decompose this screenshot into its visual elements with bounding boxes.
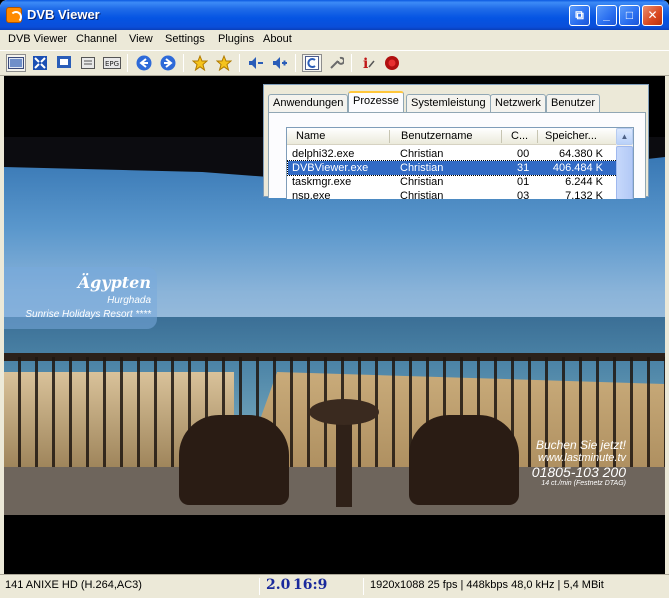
window-title: DVB Viewer xyxy=(27,7,100,22)
toolbar-separator xyxy=(183,54,184,72)
restore-down-icon[interactable]: ⧉ xyxy=(569,5,590,26)
favorite-icon[interactable] xyxy=(190,54,210,72)
tab-prozesse[interactable]: Prozesse xyxy=(348,91,404,113)
process-list-scrollbar[interactable]: ▲ xyxy=(616,128,633,199)
booking-ad-overlay: Buchen Sie jetzt! www.lastminute.tv 0180… xyxy=(532,438,626,487)
tab-netzwerk[interactable]: Netzwerk xyxy=(490,94,546,112)
app-icon[interactable] xyxy=(6,7,22,23)
menu-channel[interactable]: Channel xyxy=(76,33,117,45)
table-row[interactable]: delphi32.exe Christian 00 64.380 K xyxy=(288,147,617,161)
column-name[interactable]: Name xyxy=(296,130,325,142)
destination-city: Hurghada xyxy=(107,295,151,306)
process-list-header: Name Benutzername C... Speicher... xyxy=(287,128,618,145)
dvb-viewer-window: DVB Viewer ⧉ _ □ ✕ DVB Viewer Channel Vi… xyxy=(0,0,669,598)
svg-text:i: i xyxy=(363,56,368,71)
status-bar: 141 ANIXE HD (H.264,AC3) 2.0 16:9 1920x1… xyxy=(0,574,669,598)
table-row[interactable]: taskmgr.exe Christian 01 6.244 K xyxy=(288,175,617,189)
zoom-icon[interactable] xyxy=(30,54,50,72)
teletext-icon[interactable] xyxy=(302,54,322,72)
maximize-button[interactable]: □ xyxy=(619,5,640,26)
menu-settings[interactable]: Settings xyxy=(165,33,205,45)
ad-headline: Buchen Sie jetzt! xyxy=(535,438,626,452)
column-cpu[interactable]: C... xyxy=(511,130,528,142)
task-manager-window: Anwendungen Prozesse Systemleistung Netz… xyxy=(263,84,649,199)
fullscreen-icon[interactable] xyxy=(6,54,26,72)
scroll-thumb[interactable] xyxy=(616,146,633,199)
tab-benutzer[interactable]: Benutzer xyxy=(546,94,601,112)
osd-icon[interactable] xyxy=(78,54,98,72)
menu-dvb-viewer[interactable]: DVB Viewer xyxy=(8,33,67,45)
tab-anwendungen[interactable]: Anwendungen xyxy=(268,94,349,112)
table-row[interactable]: nsp.exe Christian 03 7.132 K xyxy=(288,189,617,199)
table-row-selected[interactable]: DVBViewer.exe Christian 31 406.484 K xyxy=(287,160,618,176)
record-icon[interactable] xyxy=(382,54,402,72)
menu-view[interactable]: View xyxy=(129,33,153,45)
toolbar-separator xyxy=(295,54,296,72)
volume-down-icon[interactable] xyxy=(246,54,266,72)
toolbar-separator xyxy=(127,54,128,72)
status-channel: 141 ANIXE HD (H.264,AC3) xyxy=(5,579,142,591)
back-icon[interactable] xyxy=(134,54,154,72)
status-aspect: 16:9 xyxy=(293,577,328,593)
tab-systemleistung[interactable]: Systemleistung xyxy=(406,94,491,112)
forward-icon[interactable] xyxy=(158,54,178,72)
status-stream-info: 1920x1088 25 fps | 448kbps 48,0 kHz | 5,… xyxy=(370,579,604,591)
menu-plugins[interactable]: Plugins xyxy=(218,33,254,45)
column-username[interactable]: Benutzername xyxy=(401,130,473,142)
close-button[interactable]: ✕ xyxy=(642,5,663,26)
ad-url: www.lastminute.tv xyxy=(537,452,626,464)
info-icon[interactable]: i xyxy=(358,54,378,72)
minimize-button[interactable]: _ xyxy=(596,5,617,26)
destination-country: Ägypten xyxy=(77,273,151,292)
title-bar[interactable]: DVB Viewer ⧉ _ □ ✕ xyxy=(0,0,669,30)
column-memory[interactable]: Speicher... xyxy=(545,130,597,142)
toolbar: EPG i xyxy=(0,50,669,76)
destination-resort: Sunrise Holidays Resort **** xyxy=(25,309,151,320)
favorites-icon[interactable] xyxy=(214,54,234,72)
processes-panel: Name Benutzername C... Speicher... delph… xyxy=(268,112,646,199)
toolbar-separator xyxy=(239,54,240,72)
volume-up-icon[interactable] xyxy=(270,54,290,72)
status-audio: 2.0 xyxy=(266,577,291,593)
epg-icon[interactable]: EPG xyxy=(102,54,122,72)
epg-icon-label: EPG xyxy=(105,60,119,68)
menu-bar: DVB Viewer Channel View Settings Plugins… xyxy=(0,30,669,50)
ad-price-note: 14 ct./min (Festnetz DTAG) xyxy=(541,480,626,487)
scroll-up-icon[interactable]: ▲ xyxy=(616,128,633,145)
tools-icon[interactable] xyxy=(326,54,346,72)
process-list[interactable]: Name Benutzername C... Speicher... delph… xyxy=(286,127,634,199)
desktop-icon[interactable] xyxy=(54,54,74,72)
menu-about[interactable]: About xyxy=(263,33,292,45)
ad-phone: 01805-103 200 xyxy=(531,464,626,480)
destination-overlay: Ägypten Hurghada Sunrise Holidays Resort… xyxy=(4,267,157,329)
toolbar-separator xyxy=(351,54,352,72)
